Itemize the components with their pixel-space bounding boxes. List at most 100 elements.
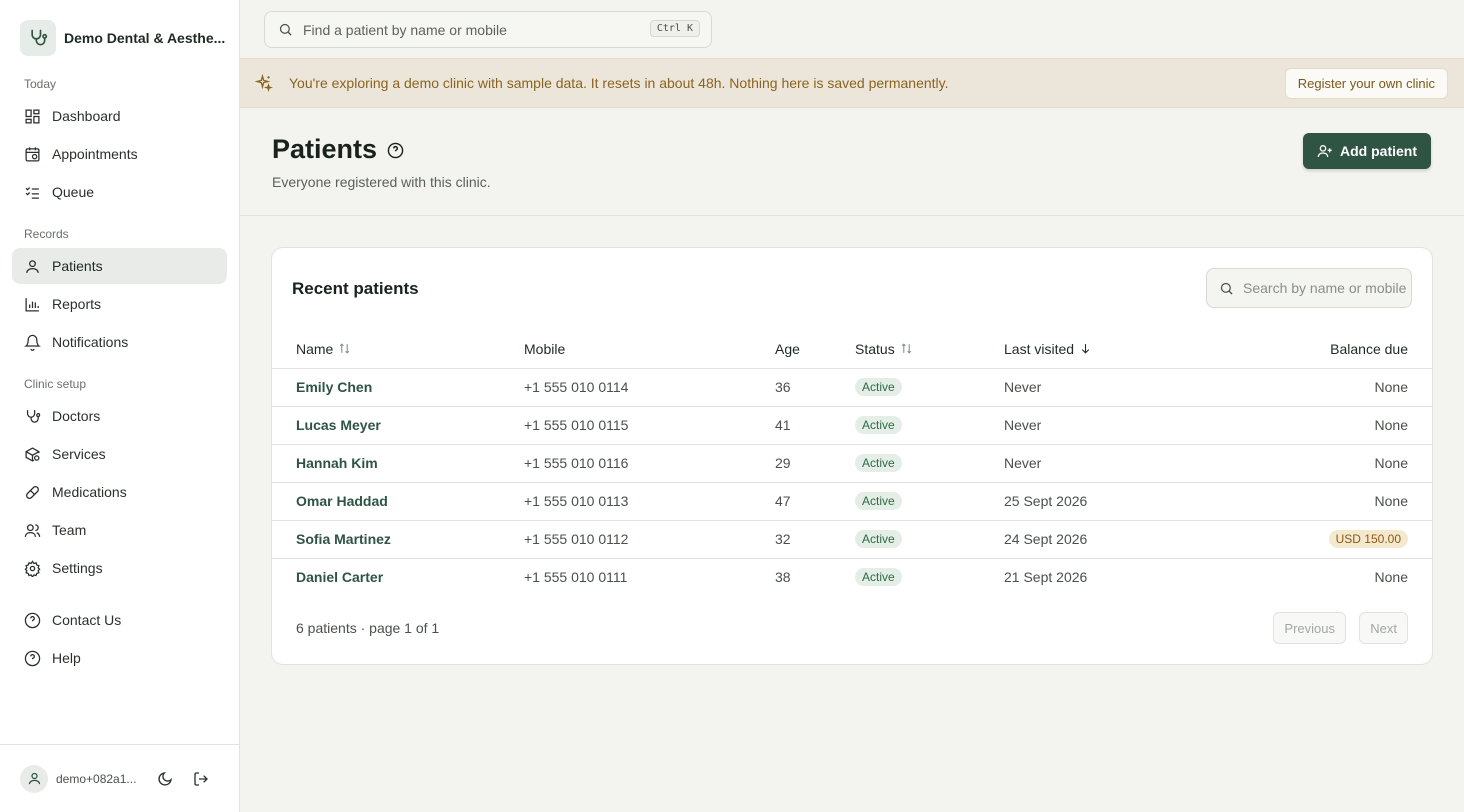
patient-mobile: +1 555 010 0114 — [524, 368, 775, 407]
search-icon — [1220, 282, 1233, 295]
table-row[interactable]: Daniel Carter +1 555 010 0111 38 Active 21 S… — [272, 558, 1432, 596]
status-badge: Active — [855, 568, 902, 587]
column-header-age: Age — [775, 330, 855, 369]
avatar[interactable] — [20, 764, 48, 793]
sidebar-item-appointments[interactable]: Appointments — [12, 136, 227, 172]
user-plus-icon — [1317, 145, 1332, 158]
card-title: Recent patients — [292, 279, 419, 298]
dashboard-icon — [25, 108, 40, 124]
status-badge: Active — [855, 530, 902, 548]
sidebar-item-label: Services — [52, 446, 106, 462]
patient-name-link[interactable]: Sofia Martinez — [272, 520, 524, 559]
sparkles-icon — [255, 74, 273, 92]
search-shortcut: Ctrl K — [649, 20, 700, 37]
patient-name-link[interactable]: Daniel Carter — [272, 558, 524, 596]
logout-button[interactable] — [186, 764, 216, 794]
sidebar-item-dashboard[interactable]: Dashboard — [12, 98, 227, 134]
sidebar-item-team[interactable]: Team — [12, 512, 227, 548]
table-row[interactable]: Sofia Martinez +1 555 010 0112 32 Active 24 … — [272, 520, 1432, 559]
patient-age: 47 — [775, 482, 855, 521]
add-patient-label: Add patient — [1340, 143, 1417, 159]
sidebar-item-notifications[interactable]: Notifications — [12, 324, 227, 360]
status-badge: Active — [855, 492, 902, 510]
topbar: Find a patient by name or mobile Ctrl K — [240, 0, 1464, 58]
patient-name-link[interactable]: Lucas Meyer — [272, 406, 524, 445]
patient-age: 29 — [775, 444, 855, 483]
sidebar-item-help[interactable]: Help — [12, 640, 227, 676]
column-header-status[interactable]: Status — [855, 330, 1004, 369]
column-label: Name — [296, 340, 334, 357]
balance-cell: USD 150.00 — [1204, 520, 1432, 559]
status-cell: Active — [855, 558, 1004, 596]
theme-toggle-button[interactable] — [150, 764, 180, 794]
patient-name-link[interactable]: Hannah Kim — [272, 444, 524, 483]
column-header-mobile: Mobile — [524, 330, 775, 369]
patient-last-visited: 21 Sept 2026 — [1004, 569, 1088, 586]
calendar-clock-icon — [25, 146, 40, 162]
patient-search-input[interactable]: Search by name or mobile — [1206, 268, 1412, 308]
arrow-down-icon — [1081, 344, 1090, 354]
section-label-clinic-setup: Clinic setup — [24, 377, 87, 391]
sidebar-item-label: Doctors — [52, 408, 101, 424]
table-row[interactable]: Emily Chen +1 555 010 0114 36 Active Never No… — [272, 368, 1432, 407]
next-page-button[interactable]: Next — [1359, 612, 1408, 644]
recent-patients-card: Recent patients Search by name or mobile… — [271, 247, 1433, 665]
table-row[interactable]: Omar Haddad +1 555 010 0113 47 Active 25 Sep… — [272, 482, 1432, 521]
patient-name-link[interactable]: Emily Chen — [272, 368, 524, 407]
global-search-input[interactable]: Find a patient by name or mobile Ctrl K — [264, 11, 712, 48]
sidebar-item-label: Notifications — [52, 334, 129, 350]
stethoscope-logo-icon — [20, 20, 56, 56]
column-label: Status — [855, 340, 895, 357]
sidebar-item-label: Contact Us — [52, 612, 122, 628]
sidebar-item-settings[interactable]: Settings — [12, 550, 227, 586]
sidebar-item-patients[interactable]: Patients — [12, 248, 227, 284]
balance-value: None — [1374, 379, 1408, 395]
package-search-icon — [25, 446, 40, 462]
patient-search-placeholder: Search by name or mobile — [1243, 280, 1407, 296]
patient-age: 38 — [775, 569, 791, 586]
sidebar-item-reports[interactable]: Reports — [12, 286, 227, 322]
column-label: Last visited — [1004, 340, 1075, 357]
table-row[interactable]: Hannah Kim +1 555 010 0116 29 Active Never No… — [272, 444, 1432, 483]
pill-icon — [26, 485, 39, 499]
status-cell: Active — [855, 368, 1004, 407]
sidebar-item-contact-us[interactable]: Contact Us — [12, 602, 227, 638]
page-header: Patients Everyone registered with this c… — [240, 108, 1464, 216]
users-icon — [24, 523, 41, 537]
sidebar-item-label: Medications — [52, 484, 127, 500]
sidebar-item-doctors[interactable]: Doctors — [12, 398, 227, 434]
register-clinic-button[interactable]: Register your own clinic — [1284, 68, 1448, 99]
previous-page-button[interactable]: Previous — [1273, 612, 1346, 644]
sidebar-item-label: Team — [52, 522, 87, 538]
user-email[interactable]: demo+082a1... — [56, 772, 144, 786]
help-circle-icon — [24, 612, 41, 628]
patient-mobile: +1 555 010 0116 — [524, 444, 775, 483]
table-row[interactable]: Lucas Meyer +1 555 010 0115 41 Active Never N… — [272, 406, 1432, 445]
moon-icon — [158, 771, 172, 786]
sidebar-item-queue[interactable]: Queue — [12, 174, 227, 210]
sidebar-item-medications[interactable]: Medications — [12, 474, 227, 510]
bar-chart-icon — [25, 297, 39, 312]
column-header-name[interactable]: Name — [272, 330, 524, 369]
patient-age: 41 — [775, 406, 855, 445]
sidebar-item-services[interactable]: Services — [12, 436, 227, 472]
patient-mobile: +1 555 010 0112 — [524, 520, 775, 559]
patient-mobile: +1 555 010 0115 — [524, 406, 775, 445]
add-patient-button[interactable]: Add patient — [1303, 133, 1431, 169]
balance-cell: None — [1204, 444, 1432, 483]
help-circle-icon[interactable] — [387, 142, 404, 162]
sidebar-item-label: Patients — [52, 258, 103, 274]
patient-age: 32 — [775, 520, 855, 559]
clinic-switcher[interactable]: Demo Dental & Aesthe... — [20, 20, 225, 56]
column-header-last-visited[interactable]: Last visited — [1004, 330, 1204, 369]
sidebar-item-label: Appointments — [52, 146, 138, 162]
status-cell: Active — [855, 482, 1004, 521]
sidebar-item-label: Reports — [52, 296, 102, 312]
status-cell: Active — [855, 520, 1004, 559]
patient-name-link[interactable]: Omar Haddad — [272, 482, 524, 521]
balance-cell: None — [1204, 368, 1432, 407]
balance-value: None — [1374, 493, 1408, 509]
sort-icon — [340, 343, 350, 354]
patient-mobile: +1 555 010 0113 — [524, 482, 775, 521]
pagination-summary: 6 patients · page 1 of 1 — [296, 620, 440, 636]
